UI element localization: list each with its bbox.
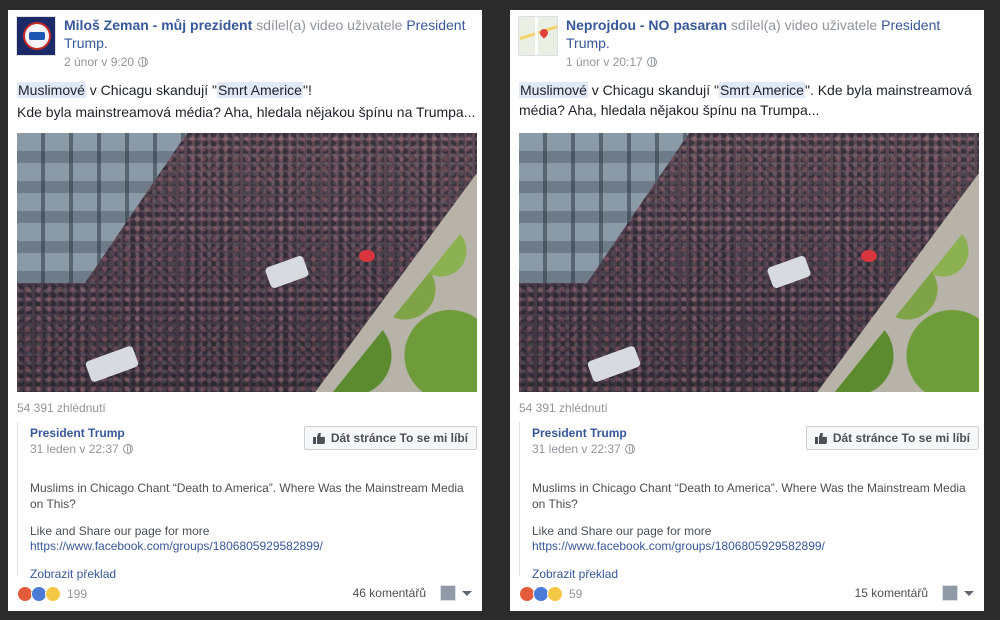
- like-page-button[interactable]: Dát stránce To se mi líbí: [805, 426, 979, 450]
- post-header: Miloš Zeman - můj prezident sdílel(a) vi…: [16, 16, 474, 69]
- message-line-2: Kde byla mainstreamová média? Aha, hleda…: [17, 104, 476, 120]
- actor-selector[interactable]: [942, 585, 976, 601]
- hashtag-smrt-americe[interactable]: Smrt Americe: [216, 82, 303, 98]
- message-line-1: Muslimové v Chicagu skandují "Smrt Ameri…: [17, 80, 476, 100]
- video-flag: [861, 250, 877, 262]
- post-timestamp: 1 únor v 20:17: [566, 54, 976, 70]
- video-vehicle: [264, 254, 310, 290]
- attachment-link[interactable]: https://www.facebook.com/groups/18068059…: [30, 539, 323, 553]
- reaction-count[interactable]: 199: [67, 587, 87, 601]
- post-header-text: Neprojdou - NO pasaran sdílel(a) video u…: [566, 16, 976, 70]
- map-road: [535, 17, 538, 55]
- message-text: v Chicagu skandují ": [89, 82, 217, 98]
- actor-selector[interactable]: [440, 585, 474, 601]
- seal-icon: [23, 22, 51, 50]
- shared-label: sdílel(a) video uživatele: [730, 17, 878, 33]
- video-vehicle: [586, 345, 642, 383]
- attachment-share-text: Like and Share our page for more: [532, 524, 712, 538]
- like-page-label: Dát stránce To se mi líbí: [832, 431, 970, 445]
- hashtag-muslimove[interactable]: Muslimové: [17, 82, 86, 98]
- attachment-timestamp: 31 leden v 22:37: [532, 442, 635, 456]
- see-translation-link[interactable]: Zobrazit překlad: [30, 567, 116, 581]
- caret-down-icon: [964, 591, 974, 596]
- see-translation-link[interactable]: Zobrazit překlad: [532, 567, 618, 581]
- shared-label: sdílel(a) video uživatele: [256, 17, 403, 33]
- video-player[interactable]: [17, 133, 477, 392]
- post-message: Muslimové v Chicagu skandují "Smrt Ameri…: [17, 80, 476, 122]
- page-avatar[interactable]: [16, 16, 56, 56]
- timestamp-link[interactable]: 1 únor v 20:17: [566, 55, 643, 69]
- comment-count[interactable]: 15 komentářů: [855, 586, 928, 600]
- attachment-link[interactable]: https://www.facebook.com/groups/18068059…: [532, 539, 825, 553]
- thumbs-up-icon: [814, 433, 827, 444]
- haha-reaction-icon: [547, 586, 563, 602]
- attachment-timestamp: 31 leden v 22:37: [30, 442, 133, 456]
- header-line: Neprojdou - NO pasaran sdílel(a) video u…: [566, 16, 976, 52]
- header-line: Miloš Zeman - můj prezident sdílel(a) vi…: [64, 16, 474, 52]
- globe-icon: [646, 57, 657, 67]
- actor-avatar: [440, 585, 456, 601]
- message-end: "!: [302, 82, 312, 98]
- like-page-button[interactable]: Dát stránce To se mi líbí: [303, 426, 477, 450]
- shared-attachment: President Trump 31 leden v 22:37 Dát str…: [519, 422, 979, 581]
- actor-avatar: [942, 585, 958, 601]
- post-footer: 199 46 komentářů: [17, 584, 474, 604]
- post-card: Neprojdou - NO pasaran sdílel(a) video u…: [510, 10, 984, 611]
- attachment-timestamp-link[interactable]: 31 leden v 22:37: [532, 442, 621, 456]
- thumbs-up-icon: [312, 433, 325, 444]
- video-building: [17, 133, 187, 283]
- timestamp-link[interactable]: 2 únor v 9:20: [64, 55, 134, 69]
- wow-reaction-icon: [45, 586, 61, 602]
- video-vehicle: [84, 345, 140, 383]
- hashtag-smrt-americe[interactable]: Smrt Americe: [718, 82, 805, 98]
- post-message: Muslimové v Chicagu skandují "Smrt Ameri…: [519, 80, 978, 120]
- view-count: 54 391 zhlédnutí: [519, 401, 608, 415]
- attachment-description: Muslims in Chicago Chant “Death to Ameri…: [30, 481, 464, 511]
- globe-icon: [138, 57, 149, 67]
- attachment-page-name[interactable]: President Trump: [532, 426, 627, 440]
- comment-count[interactable]: 46 komentářů: [353, 586, 426, 600]
- globe-icon: [122, 444, 133, 454]
- author-link[interactable]: Miloš Zeman - můj prezident: [64, 17, 252, 33]
- post-footer: 59 15 komentářů: [519, 584, 976, 604]
- page-avatar[interactable]: [518, 16, 558, 56]
- hashtag-muslimove[interactable]: Muslimové: [519, 82, 588, 98]
- video-building: [519, 133, 689, 283]
- post-timestamp: 2 únor v 9:20: [64, 54, 474, 70]
- video-vehicle: [766, 254, 812, 290]
- attachment-page-name[interactable]: President Trump: [30, 426, 125, 440]
- globe-icon: [624, 444, 635, 454]
- shared-attachment: President Trump 31 leden v 22:37 Dát str…: [17, 422, 477, 581]
- post-header-text: Miloš Zeman - můj prezident sdílel(a) vi…: [64, 16, 474, 70]
- reaction-count[interactable]: 59: [569, 587, 582, 601]
- video-flag: [359, 250, 375, 262]
- attachment-share-text: Like and Share our page for more: [30, 524, 210, 538]
- view-count: 54 391 zhlédnutí: [17, 401, 106, 415]
- post-header: Neprojdou - NO pasaran sdílel(a) video u…: [518, 16, 976, 69]
- author-link[interactable]: Neprojdou - NO pasaran: [566, 17, 727, 33]
- video-player[interactable]: [519, 133, 979, 392]
- attachment-timestamp-link[interactable]: 31 leden v 22:37: [30, 442, 119, 456]
- message-text: v Chicagu skandují ": [591, 82, 719, 98]
- caret-down-icon: [462, 591, 472, 596]
- like-page-label: Dát stránce To se mi líbí: [330, 431, 468, 445]
- post-card: Miloš Zeman - můj prezident sdílel(a) vi…: [8, 10, 482, 611]
- attachment-description: Muslims in Chicago Chant “Death to Ameri…: [532, 481, 966, 511]
